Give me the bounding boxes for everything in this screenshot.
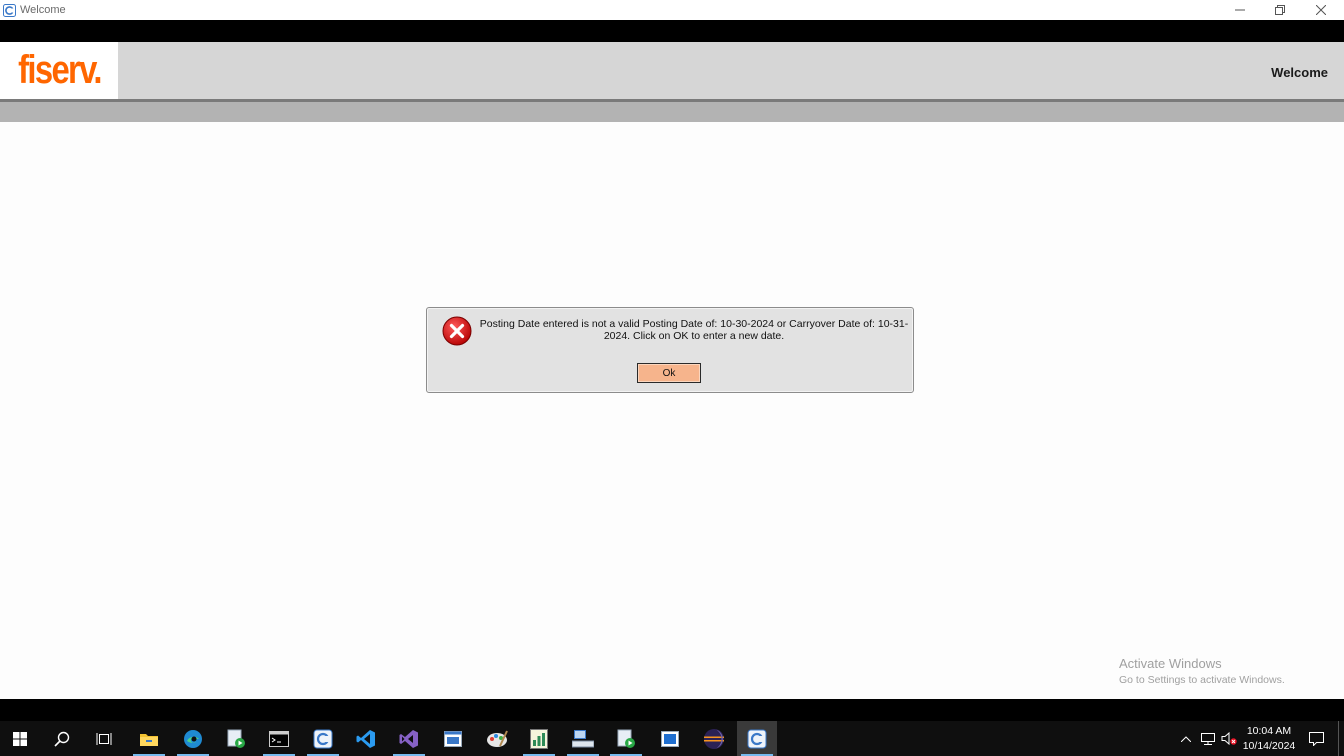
- app-header: fiserv. Welcome: [0, 42, 1344, 99]
- chevron-up-icon: [1181, 735, 1191, 742]
- taskbar-app[interactable]: [303, 721, 343, 756]
- taskbar-active-app[interactable]: [737, 721, 777, 756]
- search-button[interactable]: [42, 721, 82, 756]
- terminal-icon: [269, 730, 289, 747]
- taskbar-network-app[interactable]: [563, 721, 603, 756]
- tray-volume-button[interactable]: [1219, 721, 1239, 756]
- minimize-button[interactable]: [1220, 0, 1260, 20]
- activation-title: Activate Windows: [1119, 656, 1222, 671]
- app-icon-active: [747, 729, 767, 748]
- network-app-icon: [572, 729, 594, 747]
- taskbar-launcher-app[interactable]: [606, 721, 646, 756]
- task-view-button[interactable]: [84, 721, 124, 756]
- task-view-icon: [96, 732, 112, 745]
- system-clock[interactable]: 10:04 AM 10/14/2024: [1238, 724, 1300, 754]
- clock-date: 10/14/2024: [1242, 740, 1296, 752]
- network-icon: [1201, 733, 1215, 745]
- window-title: Welcome: [20, 4, 66, 16]
- top-black-band: [0, 20, 1344, 42]
- taskbar-blue-window[interactable]: [650, 721, 690, 756]
- activation-watermark: Activate Windows Go to Settings to activ…: [1119, 656, 1285, 686]
- start-button[interactable]: [0, 721, 40, 756]
- vscode-icon: [356, 729, 375, 748]
- edge-icon: [184, 729, 202, 748]
- bottom-black-band: [0, 699, 1344, 721]
- show-desktop-button[interactable]: [1338, 721, 1339, 756]
- tray-network-button[interactable]: [1198, 721, 1218, 756]
- launcher-app-icon: [617, 729, 635, 748]
- restore-button[interactable]: [1260, 0, 1300, 20]
- header-subband: [0, 102, 1344, 122]
- taskbar-window-app[interactable]: [433, 721, 473, 756]
- logo-text: fiserv.: [17, 47, 102, 92]
- action-center-button[interactable]: [1304, 721, 1328, 756]
- taskbar-file-explorer[interactable]: [129, 721, 169, 756]
- taskbar-edge[interactable]: [173, 721, 213, 756]
- taskbar-eclipse[interactable]: [694, 721, 734, 756]
- app-icon: [313, 729, 333, 748]
- taskbar-chart-app[interactable]: [519, 721, 559, 756]
- taskbar: 10:04 AM 10/14/2024: [0, 721, 1344, 756]
- error-icon: [442, 316, 472, 346]
- start-icon: [13, 731, 27, 746]
- app-launcher-icon: [227, 729, 245, 748]
- window-titlebar: Welcome: [0, 0, 1344, 20]
- window-app-icon: [444, 730, 462, 747]
- volume-muted-icon: [1221, 732, 1237, 745]
- taskbar-app-launcher[interactable]: [216, 721, 256, 756]
- app-icon: [3, 3, 16, 17]
- dialog-message: Posting Date entered is not a valid Post…: [479, 318, 909, 342]
- close-icon: [1316, 5, 1326, 15]
- logo: fiserv.: [0, 42, 118, 99]
- taskbar-paint-app[interactable]: [477, 721, 517, 756]
- taskbar-terminal[interactable]: [259, 721, 299, 756]
- page-title: Welcome: [1271, 65, 1328, 80]
- search-icon: [54, 731, 70, 747]
- blue-window-icon: [661, 730, 679, 747]
- eclipse-icon: [704, 728, 724, 749]
- visual-studio-icon: [399, 729, 418, 748]
- paint-app-icon: [487, 730, 508, 747]
- tray-overflow-button[interactable]: [1178, 721, 1194, 756]
- notification-icon: [1308, 731, 1324, 746]
- close-button[interactable]: [1301, 0, 1341, 20]
- taskbar-visual-studio[interactable]: [389, 721, 429, 756]
- minimize-icon: [1235, 9, 1245, 11]
- error-dialog: Posting Date entered is not a valid Post…: [426, 307, 914, 393]
- file-explorer-icon: [140, 733, 158, 746]
- restore-icon: [1275, 5, 1285, 15]
- activation-subtitle: Go to Settings to activate Windows.: [1119, 674, 1285, 686]
- taskbar-vscode[interactable]: [346, 721, 386, 756]
- chart-app-icon: [530, 728, 548, 749]
- clock-time: 10:04 AM: [1246, 725, 1292, 737]
- ok-button[interactable]: Ok: [637, 363, 701, 383]
